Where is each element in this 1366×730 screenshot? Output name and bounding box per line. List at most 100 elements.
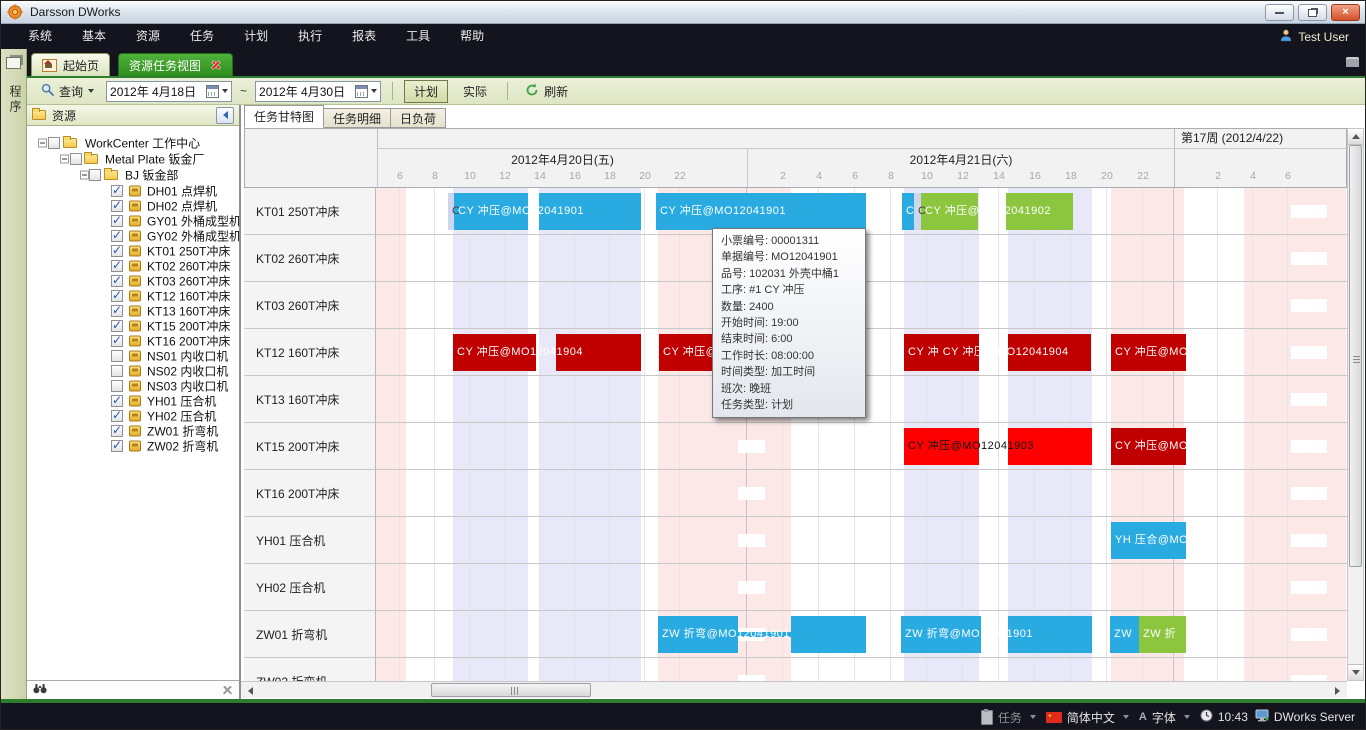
- view-tab[interactable]: 任务明细: [323, 108, 391, 128]
- menu-item[interactable]: 执行: [283, 24, 337, 49]
- resource-row-label[interactable]: KT03 260T冲床: [244, 282, 376, 329]
- view-tab[interactable]: 日负荷: [390, 108, 446, 128]
- user-indicator[interactable]: Test User: [1280, 24, 1349, 49]
- resource-row-label[interactable]: ZW02 折弯机: [244, 658, 376, 681]
- status-task-menu[interactable]: 任务: [981, 709, 1039, 726]
- resource-row-label[interactable]: KT13 160T冲床: [244, 376, 376, 423]
- tree-checkbox[interactable]: [111, 215, 123, 227]
- tree-collapse-icon[interactable]: [80, 170, 89, 179]
- tree-folder-item[interactable]: Metal Plate 钣金厂: [27, 151, 239, 166]
- resource-row-label[interactable]: YH01 压合机: [244, 517, 376, 564]
- scroll-left-button[interactable]: [243, 683, 258, 698]
- tree-machine-item[interactable]: NS03 内收口机: [27, 378, 239, 393]
- status-font-menu[interactable]: A 字体: [1139, 709, 1193, 726]
- menu-item[interactable]: 计划: [229, 24, 283, 49]
- tree-checkbox[interactable]: [111, 275, 123, 287]
- resource-row-label[interactable]: YH02 压合机: [244, 564, 376, 611]
- status-server[interactable]: DWorks Server: [1255, 709, 1355, 725]
- tree-checkbox[interactable]: [111, 395, 123, 407]
- tree-machine-item[interactable]: KT02 260T冲床: [27, 258, 239, 273]
- tree-checkbox[interactable]: [111, 380, 123, 392]
- refresh-button[interactable]: 刷新: [519, 81, 574, 102]
- resource-row-label[interactable]: KT12 160T冲床: [244, 329, 376, 376]
- tree-checkbox[interactable]: [89, 169, 101, 181]
- tree-checkbox[interactable]: [111, 185, 123, 197]
- collapse-panel-button[interactable]: [216, 107, 234, 124]
- tree-machine-item[interactable]: DH02 点焊机: [27, 198, 239, 213]
- menu-item[interactable]: 任务: [175, 24, 229, 49]
- vertical-scroll-thumb[interactable]: [1349, 145, 1362, 567]
- window-list-icon[interactable]: [1346, 57, 1359, 67]
- menu-item[interactable]: 资源: [121, 24, 175, 49]
- plan-toggle-button[interactable]: 计划: [404, 80, 448, 103]
- tree-checkbox[interactable]: [111, 200, 123, 212]
- chevron-down-icon[interactable]: [371, 89, 377, 93]
- actual-toggle-button[interactable]: 实际: [454, 81, 496, 102]
- task-bar[interactable]: [791, 616, 866, 653]
- tree-checkbox[interactable]: [48, 137, 60, 149]
- binoculars-icon[interactable]: [33, 681, 47, 699]
- menu-item[interactable]: 基本: [67, 24, 121, 49]
- resource-row-label[interactable]: ZW01 折弯机: [244, 611, 376, 658]
- program-panel-icon[interactable]: [6, 57, 21, 69]
- menu-item[interactable]: 工具: [391, 24, 445, 49]
- resource-row-label[interactable]: KT15 200T冲床: [244, 423, 376, 470]
- tree-machine-item[interactable]: KT16 200T冲床: [27, 333, 239, 348]
- tree-collapse-icon[interactable]: [38, 138, 47, 147]
- clear-icon[interactable]: [222, 685, 233, 696]
- tree-machine-item[interactable]: ZW01 折弯机: [27, 423, 239, 438]
- close-button[interactable]: ×: [1331, 4, 1360, 21]
- tree-machine-item[interactable]: KT13 160T冲床: [27, 303, 239, 318]
- tree-machine-item[interactable]: NS01 内收口机: [27, 348, 239, 363]
- resource-row-label[interactable]: KT02 260T冲床: [244, 235, 376, 282]
- tree-checkbox[interactable]: [111, 350, 123, 362]
- tree-folder-item[interactable]: BJ 钣金部: [27, 167, 239, 182]
- tree-checkbox[interactable]: [111, 365, 123, 377]
- tree-checkbox[interactable]: [111, 335, 123, 347]
- program-tab[interactable]: 程序: [7, 85, 24, 115]
- tree-machine-item[interactable]: KT03 260T冲床: [27, 273, 239, 288]
- date-from-field[interactable]: 2012年 4月18日: [106, 81, 232, 102]
- tab-resource-task-view[interactable]: 资源任务视图: [118, 53, 233, 76]
- tree-machine-item[interactable]: YH02 压合机: [27, 408, 239, 423]
- tab-home[interactable]: 起始页: [31, 53, 110, 76]
- tree-machine-item[interactable]: GY01 外桶成型机: [27, 213, 239, 228]
- query-button[interactable]: 查询: [35, 81, 100, 102]
- status-language-menu[interactable]: 简体中文: [1046, 709, 1132, 726]
- tree-checkbox[interactable]: [111, 305, 123, 317]
- menu-item[interactable]: 系统: [13, 24, 67, 49]
- chevron-down-icon[interactable]: [222, 89, 228, 93]
- tree-checkbox[interactable]: [111, 320, 123, 332]
- tree-collapse-icon[interactable]: [60, 154, 69, 163]
- view-tab[interactable]: 任务甘特图: [244, 105, 324, 128]
- resource-row-label[interactable]: KT16 200T冲床: [244, 470, 376, 517]
- tree-machine-item[interactable]: KT15 200T冲床: [27, 318, 239, 333]
- horizontal-scroll-thumb[interactable]: [431, 683, 591, 697]
- menu-item[interactable]: 帮助: [445, 24, 499, 49]
- tree-checkbox[interactable]: [70, 153, 82, 165]
- vertical-scrollbar[interactable]: [1347, 128, 1364, 681]
- scroll-down-button[interactable]: [1348, 664, 1363, 680]
- tree-checkbox[interactable]: [111, 260, 123, 272]
- tree-machine-item[interactable]: KT01 250T冲床: [27, 243, 239, 258]
- date-to-field[interactable]: 2012年 4月30日: [255, 81, 381, 102]
- tree-folder-item[interactable]: WorkCenter 工作中心: [27, 135, 239, 150]
- tree-machine-item[interactable]: DH01 点焊机: [27, 183, 239, 198]
- menu-item[interactable]: 报表: [337, 24, 391, 49]
- tree-checkbox[interactable]: [111, 290, 123, 302]
- tree-machine-item[interactable]: GY02 外桶成型机: [27, 228, 239, 243]
- tree-checkbox[interactable]: [111, 230, 123, 242]
- close-tab-icon[interactable]: [210, 59, 222, 71]
- tree-machine-item[interactable]: NS02 内收口机: [27, 363, 239, 378]
- resource-row-label[interactable]: KT01 250T冲床: [244, 188, 376, 235]
- horizontal-scrollbar[interactable]: [241, 681, 1347, 698]
- tree-machine-item[interactable]: ZW02 折弯机: [27, 438, 239, 453]
- tree-checkbox[interactable]: [111, 410, 123, 422]
- scroll-up-button[interactable]: [1348, 129, 1363, 145]
- minimize-button[interactable]: [1265, 4, 1294, 21]
- tree-machine-item[interactable]: KT12 160T冲床: [27, 288, 239, 303]
- scroll-right-button[interactable]: [1330, 683, 1345, 698]
- tree-machine-item[interactable]: YH01 压合机: [27, 393, 239, 408]
- tree-checkbox[interactable]: [111, 245, 123, 257]
- tree-checkbox[interactable]: [111, 440, 123, 452]
